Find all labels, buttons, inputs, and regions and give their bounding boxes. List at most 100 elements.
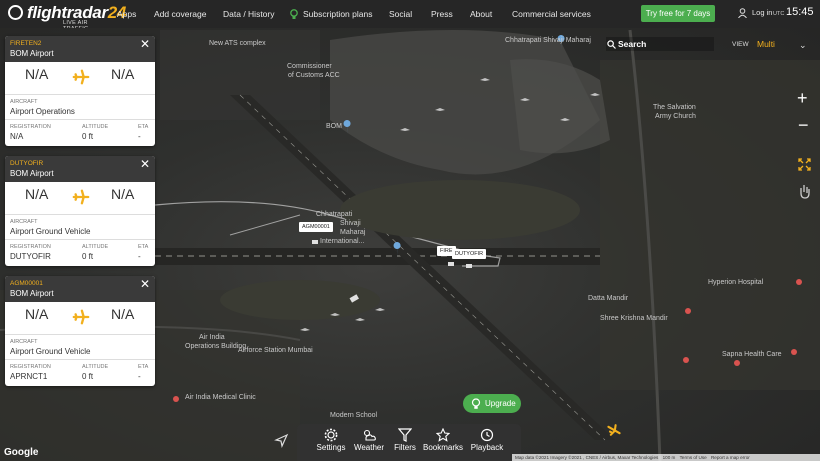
- aircraft-type: Airport Ground Vehicle: [10, 347, 91, 356]
- aircraft-row: AIRCRAFT Airport Operations: [5, 95, 155, 120]
- aircraft-row: AIRCRAFT Airport Ground Vehicle: [5, 215, 155, 240]
- nav-data-history[interactable]: Data / History: [223, 9, 275, 19]
- registration-label: REGISTRATION: [10, 124, 51, 130]
- google-logo: Google: [4, 447, 39, 458]
- upgrade-button[interactable]: Upgrade: [463, 394, 521, 413]
- scale-label: 100 m: [662, 455, 676, 460]
- callsign: DUTYOFIR: [10, 160, 44, 167]
- map-label: Operations Building: [185, 343, 247, 350]
- airplane-icon[interactable]: [606, 422, 622, 438]
- destination: N/A: [111, 306, 135, 322]
- nav-subscription-plans[interactable]: Subscription plans: [303, 9, 372, 19]
- origin: N/A: [25, 186, 49, 202]
- view-label: VIEW: [732, 41, 749, 48]
- locate-arrow-icon[interactable]: [272, 432, 290, 450]
- aircraft-label: AIRCRAFT: [10, 339, 38, 345]
- map-label: New ATS complex: [209, 40, 266, 47]
- callsign: FIRETEN2: [10, 40, 42, 47]
- map-label: Modern School: [330, 412, 378, 419]
- view-select[interactable]: Multi: [757, 39, 775, 49]
- eta-label: ETA: [138, 124, 149, 130]
- aircraft-type: Airport Operations: [10, 107, 75, 116]
- playback-button[interactable]: Playback: [465, 424, 509, 461]
- airplane-icon: [72, 69, 90, 85]
- login-link[interactable]: Log in: [752, 8, 772, 17]
- altitude-value: 0 ft: [82, 372, 94, 381]
- map-label: Chhatrapati: [316, 211, 353, 218]
- nav-add-coverage[interactable]: Add coverage: [154, 9, 206, 19]
- zoom-in-button[interactable]: +: [797, 89, 808, 107]
- nav-apps[interactable]: Apps: [117, 9, 136, 19]
- top-navbar: flightradar24 LIVE AIR TRAFFIC Apps Add …: [0, 0, 820, 32]
- altitude-value: 0 ft: [82, 132, 94, 141]
- close-icon[interactable]: ✕: [140, 38, 150, 50]
- altitude-value: 0 ft: [82, 252, 94, 261]
- search-label[interactable]: Search: [618, 39, 646, 49]
- map-label: Air India Medical Clinic: [185, 394, 256, 401]
- report-error-link[interactable]: Report a map error: [711, 455, 750, 460]
- playback-icon: [480, 428, 494, 442]
- flight-panel[interactable]: DUTYOFIR BOM Airport ✕ N/A N/A AIRCRAFT …: [5, 156, 155, 266]
- map-label: BOM: [326, 123, 342, 130]
- close-icon[interactable]: ✕: [140, 158, 150, 170]
- map-label: Shree Krishna Mandir: [600, 315, 668, 322]
- map-label: Datta Mandir: [588, 295, 629, 302]
- panel-header: AGM00001 BOM Airport ✕: [5, 276, 155, 302]
- logo[interactable]: flightradar24 LIVE AIR TRAFFIC: [7, 3, 126, 32]
- route-row: N/A N/A: [5, 182, 155, 215]
- map-label: Army Church: [655, 113, 696, 120]
- vehicle-label[interactable]: AGM00001: [299, 222, 333, 232]
- details-row: REGISTRATION DUTYOFIR ALTITUDE 0 ft ETA …: [5, 240, 155, 266]
- map-label: Maharaj: [340, 229, 366, 236]
- utc-clock: 15:45: [786, 6, 814, 18]
- route-row: N/A N/A: [5, 62, 155, 95]
- try-free-button[interactable]: Try free for 7 days: [641, 5, 715, 22]
- origin: N/A: [25, 306, 49, 322]
- bookmarks-button[interactable]: Bookmarks: [421, 424, 465, 461]
- nav-commercial-services[interactable]: Commercial services: [512, 9, 591, 19]
- airport-name: BOM Airport: [10, 49, 54, 58]
- panel-header: FIRETEN2 BOM Airport ✕: [5, 36, 155, 62]
- flight-panel[interactable]: AGM00001 BOM Airport ✕ N/A N/A AIRCRAFT …: [5, 276, 155, 386]
- nav-about[interactable]: About: [470, 9, 492, 19]
- nav-press[interactable]: Press: [431, 9, 453, 19]
- gesture-icon[interactable]: [798, 183, 811, 199]
- map-label: International...: [320, 238, 365, 245]
- map-label: The Salvation: [653, 104, 696, 111]
- registration-label: REGISTRATION: [10, 244, 51, 250]
- chevron-down-icon[interactable]: ⌄: [799, 40, 807, 51]
- user-icon: [738, 8, 747, 18]
- map-label: Sapna Health Care: [722, 351, 782, 358]
- registration-value: APRNCT1: [10, 372, 48, 381]
- aircraft-type: Airport Ground Vehicle: [10, 227, 91, 236]
- flight-panel[interactable]: FIRETEN2 BOM Airport ✕ N/A N/A AIRCRAFT …: [5, 36, 155, 146]
- panel-header: DUTYOFIR BOM Airport ✕: [5, 156, 155, 182]
- destination: N/A: [111, 186, 135, 202]
- logo-icon: [8, 5, 23, 20]
- fullscreen-icon[interactable]: [798, 158, 811, 171]
- close-icon[interactable]: ✕: [140, 278, 150, 290]
- altitude-label: ALTITUDE: [82, 244, 109, 250]
- nav-social[interactable]: Social: [389, 9, 412, 19]
- details-row: REGISTRATION N/A ALTITUDE 0 ft ETA -: [5, 120, 155, 146]
- zoom-out-button[interactable]: −: [798, 116, 809, 134]
- attribution-text: Map data ©2021 Imagery ©2021 , CNES / Ai…: [515, 455, 659, 460]
- playback-label: Playback: [470, 443, 504, 452]
- map-attribution: Map data ©2021 Imagery ©2021 , CNES / Ai…: [512, 454, 820, 461]
- route-row: N/A N/A: [5, 302, 155, 335]
- callsign: AGM00001: [10, 280, 43, 287]
- vehicle-label[interactable]: DUTYOFIR: [452, 249, 487, 259]
- airplane-icon: [72, 309, 90, 325]
- map-label: Air India: [199, 334, 225, 341]
- eta-label: ETA: [138, 364, 149, 370]
- terms-link[interactable]: Terms of Use: [680, 455, 707, 460]
- aircraft-label: AIRCRAFT: [10, 219, 38, 225]
- map-label: of Customs ACC: [288, 72, 340, 79]
- registration-value: N/A: [10, 132, 24, 141]
- eta-value: -: [138, 252, 141, 261]
- origin: N/A: [25, 66, 49, 82]
- airplane-icon: [72, 189, 90, 205]
- airport-name: BOM Airport: [10, 289, 54, 298]
- aircraft-label: AIRCRAFT: [10, 99, 38, 105]
- aircraft-row: AIRCRAFT Airport Ground Vehicle: [5, 335, 155, 360]
